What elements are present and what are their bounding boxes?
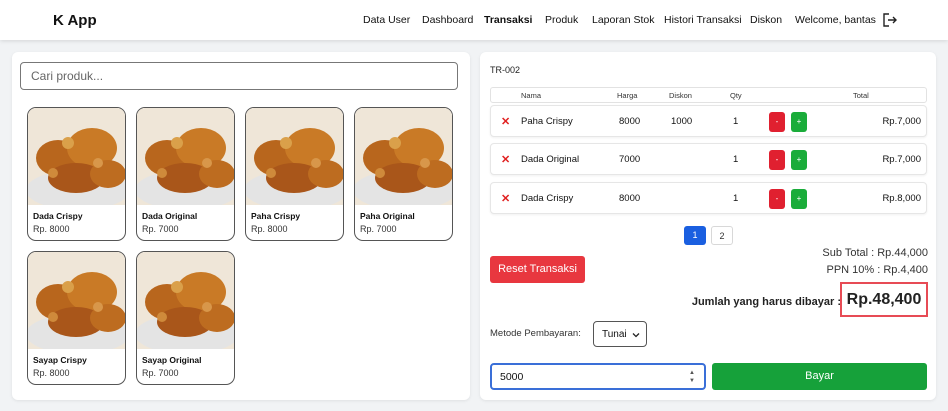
- brand-logo[interactable]: K App: [53, 12, 97, 29]
- payment-amount-input[interactable]: 5000 ▲ ▼: [490, 363, 706, 390]
- row-total: Rp.7,000: [882, 116, 921, 127]
- nav-laporan-stok[interactable]: Laporan Stok: [592, 14, 654, 26]
- remove-icon[interactable]: ✕: [501, 115, 510, 128]
- nav-histori-transaksi[interactable]: Histori Transaksi: [664, 14, 742, 26]
- product-image: [137, 252, 234, 349]
- row-harga: 8000: [619, 193, 641, 204]
- product-card[interactable]: Dada Crispy Rp. 8000: [27, 107, 126, 241]
- amount-due-label: Jumlah yang harus dibayar :: [691, 296, 841, 308]
- increase-qty-button[interactable]: +: [791, 150, 807, 170]
- nav-produk[interactable]: Produk: [545, 14, 578, 26]
- table-row: ✕ Dada Crispy 8000 1 - + Rp.8,000: [490, 182, 927, 214]
- row-nama: Dada Crispy: [521, 193, 574, 204]
- number-spinner-icon[interactable]: ▲ ▼: [689, 369, 695, 385]
- navbar: K App Data User Dashboard Transaksi Prod…: [0, 0, 948, 40]
- column-total: Total: [853, 91, 869, 100]
- row-harga: 7000: [619, 154, 641, 165]
- product-panel: Dada Crispy Rp. 8000 Dada Original Rp. 7…: [12, 52, 470, 400]
- product-name: Sayap Original: [142, 355, 202, 365]
- column-diskon: Diskon: [669, 91, 692, 100]
- table-row: ✕ Paha Crispy 8000 1000 1 - + Rp.7,000: [490, 105, 927, 137]
- subtotal-text: Sub Total : Rp.44,000: [822, 247, 928, 259]
- product-card[interactable]: Paha Original Rp. 7000: [354, 107, 453, 241]
- row-nama: Paha Crispy: [521, 116, 573, 127]
- product-name: Paha Crispy: [251, 211, 301, 221]
- product-price: Rp. 8000: [251, 224, 288, 234]
- page-button-2[interactable]: 2: [711, 226, 733, 245]
- product-name: Paha Original: [360, 211, 415, 221]
- table-header: Nama Harga Diskon Qty Total: [490, 87, 927, 103]
- pay-button[interactable]: Bayar: [712, 363, 927, 390]
- row-total: Rp.7,000: [882, 154, 921, 165]
- nav-data-user[interactable]: Data User: [363, 14, 410, 26]
- amount-due-value: Rp.48,400: [840, 282, 928, 317]
- product-price: Rp. 7000: [360, 224, 397, 234]
- product-card[interactable]: Sayap Original Rp. 7000: [136, 251, 235, 385]
- product-image: [28, 108, 125, 205]
- nav-dashboard[interactable]: Dashboard: [422, 14, 473, 26]
- increase-qty-button[interactable]: +: [791, 189, 807, 209]
- transaction-id: TR-002: [490, 65, 521, 75]
- product-price: Rp. 8000: [33, 368, 70, 378]
- column-harga: Harga: [617, 91, 638, 100]
- nav-transaksi[interactable]: Transaksi: [484, 14, 532, 26]
- payment-amount-value: 5000: [500, 371, 524, 383]
- payment-method-value: Tunai: [602, 329, 627, 340]
- remove-icon[interactable]: ✕: [501, 192, 510, 205]
- row-qty: 1: [733, 116, 739, 127]
- decrease-qty-button[interactable]: -: [769, 112, 785, 132]
- chevron-down-icon: [632, 333, 640, 338]
- product-image: [28, 252, 125, 349]
- row-harga: 8000: [619, 116, 641, 127]
- product-name: Dada Original: [142, 211, 198, 221]
- payment-method-select[interactable]: Tunai: [593, 321, 647, 347]
- product-image: [137, 108, 234, 205]
- product-name: Sayap Crispy: [33, 355, 87, 365]
- page-button-1[interactable]: 1: [684, 226, 706, 245]
- table-row: ✕ Dada Original 7000 1 - + Rp.7,000: [490, 143, 927, 175]
- decrease-qty-button[interactable]: -: [769, 150, 785, 170]
- product-price: Rp. 7000: [142, 368, 179, 378]
- row-nama: Dada Original: [521, 154, 580, 165]
- product-name: Dada Crispy: [33, 211, 83, 221]
- column-qty: Qty: [730, 91, 742, 100]
- search-input[interactable]: [20, 62, 458, 90]
- product-card[interactable]: Dada Original Rp. 7000: [136, 107, 235, 241]
- decrease-qty-button[interactable]: -: [769, 189, 785, 209]
- product-price: Rp. 8000: [33, 224, 70, 234]
- logout-icon[interactable]: [882, 12, 898, 28]
- increase-qty-button[interactable]: +: [791, 112, 807, 132]
- row-qty: 1: [733, 154, 739, 165]
- reset-transaction-button[interactable]: Reset Transaksi: [490, 256, 585, 283]
- product-image: [355, 108, 452, 205]
- product-price: Rp. 7000: [142, 224, 179, 234]
- ppn-text: PPN 10% : Rp.4,400: [826, 264, 928, 276]
- payment-method-label: Metode Pembayaran:: [490, 328, 581, 339]
- product-card[interactable]: Sayap Crispy Rp. 8000: [27, 251, 126, 385]
- row-qty: 1: [733, 193, 739, 204]
- column-nama: Nama: [521, 91, 542, 100]
- row-total: Rp.8,000: [882, 193, 921, 204]
- nav-diskon[interactable]: Diskon: [750, 14, 782, 26]
- product-card[interactable]: Paha Crispy Rp. 8000: [245, 107, 344, 241]
- remove-icon[interactable]: ✕: [501, 153, 510, 166]
- product-image: [246, 108, 343, 205]
- row-diskon: 1000: [671, 116, 693, 127]
- transaction-panel: TR-002 Nama Harga Diskon Qty Total ✕ Pah…: [480, 52, 936, 400]
- welcome-text: Welcome, bantas: [795, 14, 876, 26]
